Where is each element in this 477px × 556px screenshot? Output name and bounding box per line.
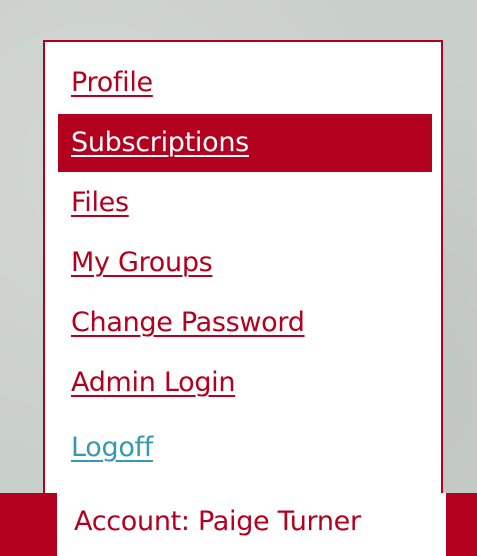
- change-password-link[interactable]: Change Password: [71, 294, 305, 352]
- menu-item-admin-login: Admin Login: [58, 354, 432, 412]
- menu-item-files: Files: [58, 174, 432, 232]
- logoff-link[interactable]: Logoff: [71, 419, 153, 477]
- menu-item-my-groups: My Groups: [58, 234, 432, 292]
- my-groups-link[interactable]: My Groups: [71, 234, 213, 292]
- files-link[interactable]: Files: [71, 174, 129, 232]
- menu-item-profile: Profile: [58, 54, 432, 112]
- profile-link[interactable]: Profile: [71, 54, 153, 112]
- subscriptions-link[interactable]: Subscriptions: [71, 114, 249, 172]
- account-menu-panel: Profile Subscriptions Files My Groups Ch…: [43, 40, 443, 515]
- menu-item-logoff: Logoff: [58, 419, 432, 477]
- admin-login-link[interactable]: Admin Login: [71, 354, 235, 412]
- account-name-label: Account: Paige Turner: [57, 493, 446, 556]
- menu-item-change-password: Change Password: [58, 294, 432, 352]
- menu-item-subscriptions: Subscriptions: [58, 114, 432, 172]
